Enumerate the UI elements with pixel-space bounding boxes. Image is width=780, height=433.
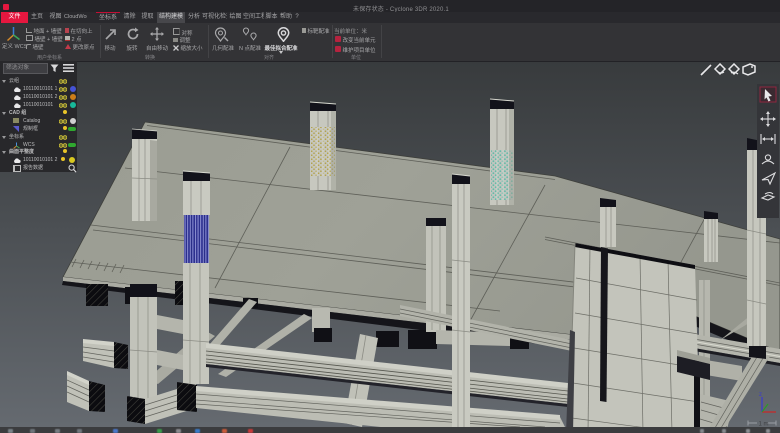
- svg-text:z: z: [759, 392, 762, 398]
